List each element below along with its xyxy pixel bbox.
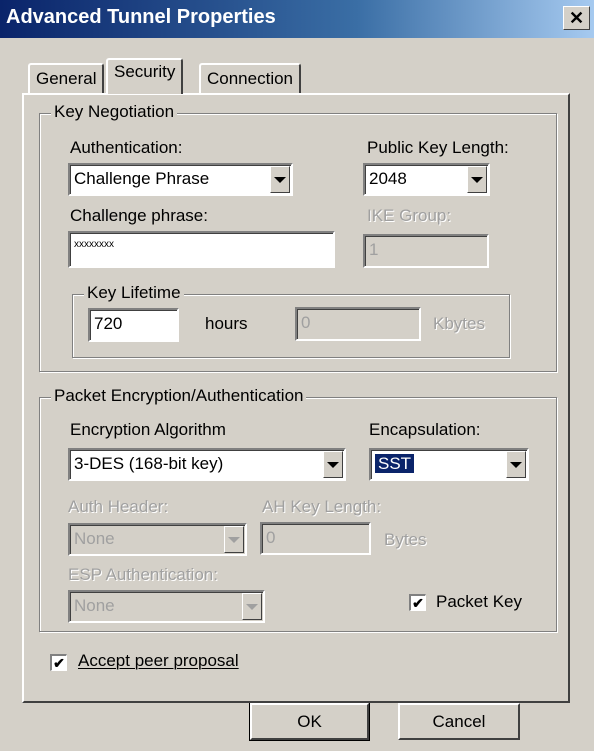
key-lifetime-hours-value: 720 (94, 314, 123, 333)
ok-button-label: OK (297, 711, 322, 731)
packet-key-checkbox[interactable]: ✔ (409, 594, 426, 611)
auth-header-value: None (74, 529, 115, 548)
tab-security[interactable]: Security (106, 58, 184, 94)
authentication-dropdown-button[interactable] (270, 166, 290, 193)
public-key-length-label: Public Key Length: (367, 138, 509, 157)
encryption-algorithm-label: Encryption Algorithm (70, 420, 226, 439)
key-lifetime-kbytes-value: 0 (301, 313, 311, 332)
auth-header-dropdown-button[interactable] (224, 526, 244, 553)
encryption-algorithm-dropdown-button[interactable] (323, 451, 343, 478)
tab-general[interactable]: General (28, 63, 105, 93)
hours-unit-label: hours (205, 314, 248, 333)
ike-group-value: 1 (369, 240, 379, 259)
packet-encryption-legend: Packet Encryption/Authentication (51, 386, 307, 406)
encryption-algorithm-select[interactable]: 3-DES (168-bit key) (68, 448, 346, 481)
ah-key-length-value: 0 (266, 528, 276, 547)
encryption-algorithm-value: 3-DES (168-bit key) (74, 454, 224, 473)
title-bar[interactable]: Advanced Tunnel Properties ✕ (0, 0, 594, 38)
bytes-unit-label: Bytes (384, 530, 427, 549)
cancel-button[interactable]: Cancel (398, 703, 520, 740)
chevron-down-icon (246, 603, 258, 610)
key-lifetime-hours-input[interactable]: 720 (88, 308, 179, 342)
auth-header-select[interactable]: None (68, 523, 247, 556)
esp-authentication-dropdown-button[interactable] (242, 593, 262, 620)
tab-security-label: Security (114, 62, 176, 81)
esp-authentication-value: None (74, 596, 115, 615)
encapsulation-dropdown-button[interactable] (506, 451, 526, 478)
chevron-down-icon (228, 536, 240, 543)
chevron-down-icon (471, 176, 483, 183)
ah-key-length-label: AH Key Length: (262, 497, 382, 516)
chevron-down-icon (327, 461, 339, 468)
window-title: Advanced Tunnel Properties (6, 6, 276, 28)
authentication-select[interactable]: Challenge Phrase (68, 163, 293, 196)
tab-connection-label: Connection (207, 69, 294, 88)
ah-key-length-input[interactable]: 0 (260, 522, 371, 555)
public-key-length-select[interactable]: 2048 (363, 163, 490, 196)
close-icon: ✕ (568, 8, 585, 28)
close-button[interactable]: ✕ (563, 6, 590, 30)
ike-group-input[interactable]: 1 (363, 234, 489, 268)
key-negotiation-legend: Key Negotiation (51, 102, 178, 122)
challenge-phrase-label: Challenge phrase: (70, 206, 208, 225)
kbytes-unit-label: Kbytes (433, 314, 485, 333)
checkmark-icon: ✔ (53, 655, 65, 671)
accept-peer-proposal-checkbox[interactable]: ✔ (50, 654, 67, 671)
checkmark-icon: ✔ (412, 595, 424, 611)
chevron-down-icon (510, 461, 522, 468)
encapsulation-select[interactable]: SST (369, 448, 529, 481)
tab-general-label: General (36, 69, 97, 88)
challenge-phrase-value: xxxxxxxx (74, 239, 114, 250)
auth-header-label: Auth Header: (68, 497, 169, 516)
authentication-label: Authentication: (70, 138, 183, 157)
ike-group-label: IKE Group: (367, 206, 452, 225)
encapsulation-label: Encapsulation: (369, 420, 481, 439)
esp-authentication-select[interactable]: None (68, 590, 265, 623)
packet-key-label: Packet Key (436, 592, 522, 611)
accept-peer-proposal-label: Accept peer proposal (78, 651, 239, 670)
public-key-length-dropdown-button[interactable] (467, 166, 487, 193)
ok-button[interactable]: OK (249, 702, 370, 741)
challenge-phrase-input[interactable]: xxxxxxxx (68, 231, 335, 268)
key-lifetime-kbytes-input[interactable]: 0 (295, 307, 421, 341)
esp-authentication-label: ESP Authentication: (68, 565, 218, 584)
authentication-value: Challenge Phrase (74, 169, 210, 188)
encapsulation-value: SST (375, 454, 415, 473)
tab-connection[interactable]: Connection (199, 63, 302, 93)
cancel-button-label: Cancel (432, 711, 486, 731)
key-lifetime-legend: Key Lifetime (84, 283, 184, 303)
chevron-down-icon (274, 176, 286, 183)
